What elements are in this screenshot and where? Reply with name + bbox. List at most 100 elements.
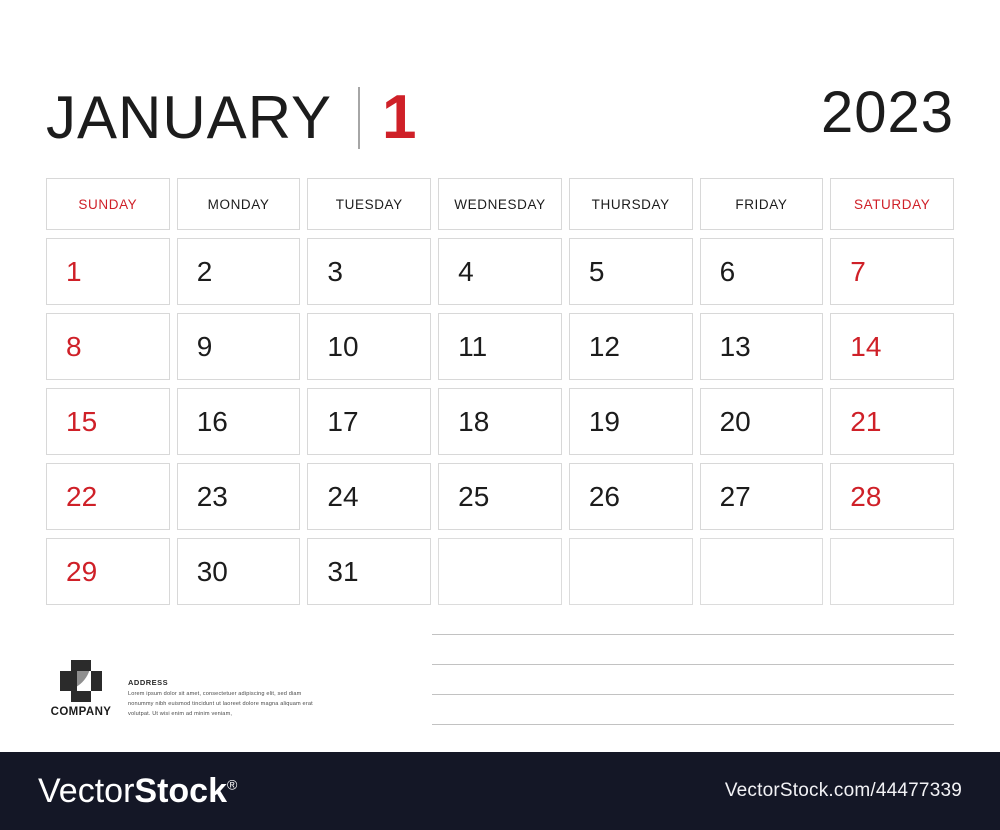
- date-cell-15[interactable]: 15: [46, 388, 170, 455]
- calendar-title-row: JANUARY 1 2023: [46, 82, 954, 154]
- date-cell-8[interactable]: 8: [46, 313, 170, 380]
- year-label: 2023: [820, 80, 954, 145]
- date-number: 25: [458, 480, 490, 512]
- calendar-week-row: 15 16 17 18 19 20 21: [46, 388, 954, 455]
- note-line: [432, 724, 954, 725]
- date-cell-4[interactable]: 4: [438, 238, 562, 305]
- date-cell-27[interactable]: 27: [699, 463, 824, 530]
- date-cell-empty: [699, 538, 824, 605]
- date-number: 26: [588, 480, 620, 512]
- weekday-header-wednesday: WEDNESDAY: [438, 178, 562, 230]
- date-cell-21[interactable]: 21: [830, 388, 954, 455]
- date-cell-30[interactable]: 30: [176, 538, 301, 605]
- note-lines-area: [432, 634, 954, 754]
- date-cell-22[interactable]: 22: [46, 463, 170, 530]
- weekday-header-label: FRIDAY: [735, 196, 788, 212]
- date-number: 8: [66, 330, 82, 362]
- calendar-grid: SUNDAY MONDAY TUESDAY WEDNESDAY THURSDAY FRID…: [46, 178, 954, 613]
- date-number: 27: [719, 480, 751, 512]
- date-cell-7[interactable]: 7: [830, 238, 954, 305]
- calendar-page: JANUARY 1 2023 SUNDAY MONDAY TUESDAY WEDNES…: [0, 0, 1000, 830]
- date-cell-2[interactable]: 2: [176, 238, 301, 305]
- month-name: JANUARY: [46, 84, 332, 151]
- date-number: 16: [196, 405, 228, 437]
- weekday-header-monday: MONDAY: [176, 178, 301, 230]
- company-logo-icon: [60, 660, 102, 702]
- weekday-header-label: MONDAY: [207, 196, 270, 212]
- date-cell-11[interactable]: 11: [438, 313, 562, 380]
- address-title: ADDRESS: [128, 678, 169, 687]
- date-number: 2: [196, 255, 213, 287]
- date-number: 13: [719, 330, 751, 362]
- date-number: 15: [66, 405, 98, 437]
- address-block: ADDRESS Lorem ipsum dolor sit amet, cons…: [128, 660, 313, 719]
- watermark-bar: VectorStock® VectorStock.com/44477339: [0, 752, 1000, 830]
- weekday-header-label: SATURDAY: [853, 196, 931, 212]
- date-cell-17[interactable]: 17: [307, 388, 432, 455]
- calendar-week-row: 22 23 24 25 26 27 28: [46, 463, 954, 530]
- date-number: 1: [66, 255, 82, 287]
- date-number: 14: [850, 330, 882, 362]
- date-cell-5[interactable]: 5: [568, 238, 693, 305]
- date-cell-28[interactable]: 28: [830, 463, 954, 530]
- company-logo-wrap: COMPANY: [48, 660, 114, 718]
- note-line: [432, 694, 954, 695]
- date-number: 18: [458, 405, 490, 437]
- logo-inner-box: [71, 671, 91, 691]
- date-cell-9[interactable]: 9: [176, 313, 301, 380]
- date-number: 9: [196, 330, 213, 362]
- note-line: [432, 664, 954, 665]
- date-number: 4: [458, 255, 474, 287]
- date-cell-31[interactable]: 31: [307, 538, 432, 605]
- registered-trademark-icon: ®: [226, 776, 238, 793]
- date-number: 3: [327, 255, 343, 287]
- vectorstock-logo-bold: Stock: [134, 772, 227, 810]
- date-cell-23[interactable]: 23: [176, 463, 301, 530]
- vectorstock-url: VectorStock.com/44477339: [724, 780, 962, 801]
- date-cell-16[interactable]: 16: [176, 388, 301, 455]
- weekday-header-label: WEDNESDAY: [454, 196, 546, 212]
- calendar-week-row: 1 2 3 4 5 6 7: [46, 238, 954, 305]
- date-number: 6: [719, 255, 736, 287]
- date-cell-25[interactable]: 25: [438, 463, 562, 530]
- weekday-header-label: SUNDAY: [78, 196, 138, 212]
- address-text: Lorem ipsum dolor sit amet, consectetuer…: [128, 691, 313, 717]
- note-line: [432, 634, 954, 635]
- calendar-week-row: 29 30 31: [46, 538, 954, 605]
- date-number: 17: [327, 405, 359, 437]
- month-title-group: JANUARY 1: [46, 82, 416, 154]
- date-cell-13[interactable]: 13: [699, 313, 824, 380]
- weekday-header-sunday: SUNDAY: [46, 178, 170, 230]
- date-cell-20[interactable]: 20: [699, 388, 824, 455]
- title-divider: [357, 87, 360, 149]
- company-name: COMPANY: [50, 706, 112, 718]
- vectorstock-logo: VectorStock®: [38, 774, 237, 808]
- date-cell-19[interactable]: 19: [568, 388, 693, 455]
- weekday-header-saturday: SATURDAY: [830, 178, 954, 230]
- weekday-header-thursday: THURSDAY: [568, 178, 693, 230]
- date-cell-6[interactable]: 6: [699, 238, 824, 305]
- date-cell-14[interactable]: 14: [830, 313, 954, 380]
- date-number: 20: [719, 405, 751, 437]
- date-number: 24: [327, 480, 359, 512]
- date-cell-24[interactable]: 24: [307, 463, 432, 530]
- date-cell-12[interactable]: 12: [568, 313, 693, 380]
- vectorstock-logo-light: Vector: [38, 772, 135, 810]
- date-number: 30: [196, 555, 228, 587]
- date-cell-29[interactable]: 29: [46, 538, 170, 605]
- date-cell-empty: [568, 538, 693, 605]
- date-cell-3[interactable]: 3: [307, 238, 432, 305]
- company-info-block: COMPANY ADDRESS Lorem ipsum dolor sit am…: [48, 660, 313, 719]
- date-number: 31: [327, 555, 359, 587]
- calendar-weeks: 1 2 3 4 5 6 7 8 9 10 11 12 13 14 15 16 17 18 19 20 21 22 23 24 2…: [46, 238, 954, 605]
- date-cell-1[interactable]: 1: [46, 238, 170, 305]
- date-cell-18[interactable]: 18: [438, 388, 562, 455]
- date-number: 7: [850, 255, 866, 287]
- date-cell-10[interactable]: 10: [307, 313, 432, 380]
- date-number: 19: [588, 405, 620, 437]
- weekday-header-tuesday: TUESDAY: [307, 178, 432, 230]
- date-number: 23: [196, 480, 228, 512]
- date-cell-26[interactable]: 26: [568, 463, 693, 530]
- date-cell-empty: [830, 538, 954, 605]
- date-number: 22: [66, 480, 98, 512]
